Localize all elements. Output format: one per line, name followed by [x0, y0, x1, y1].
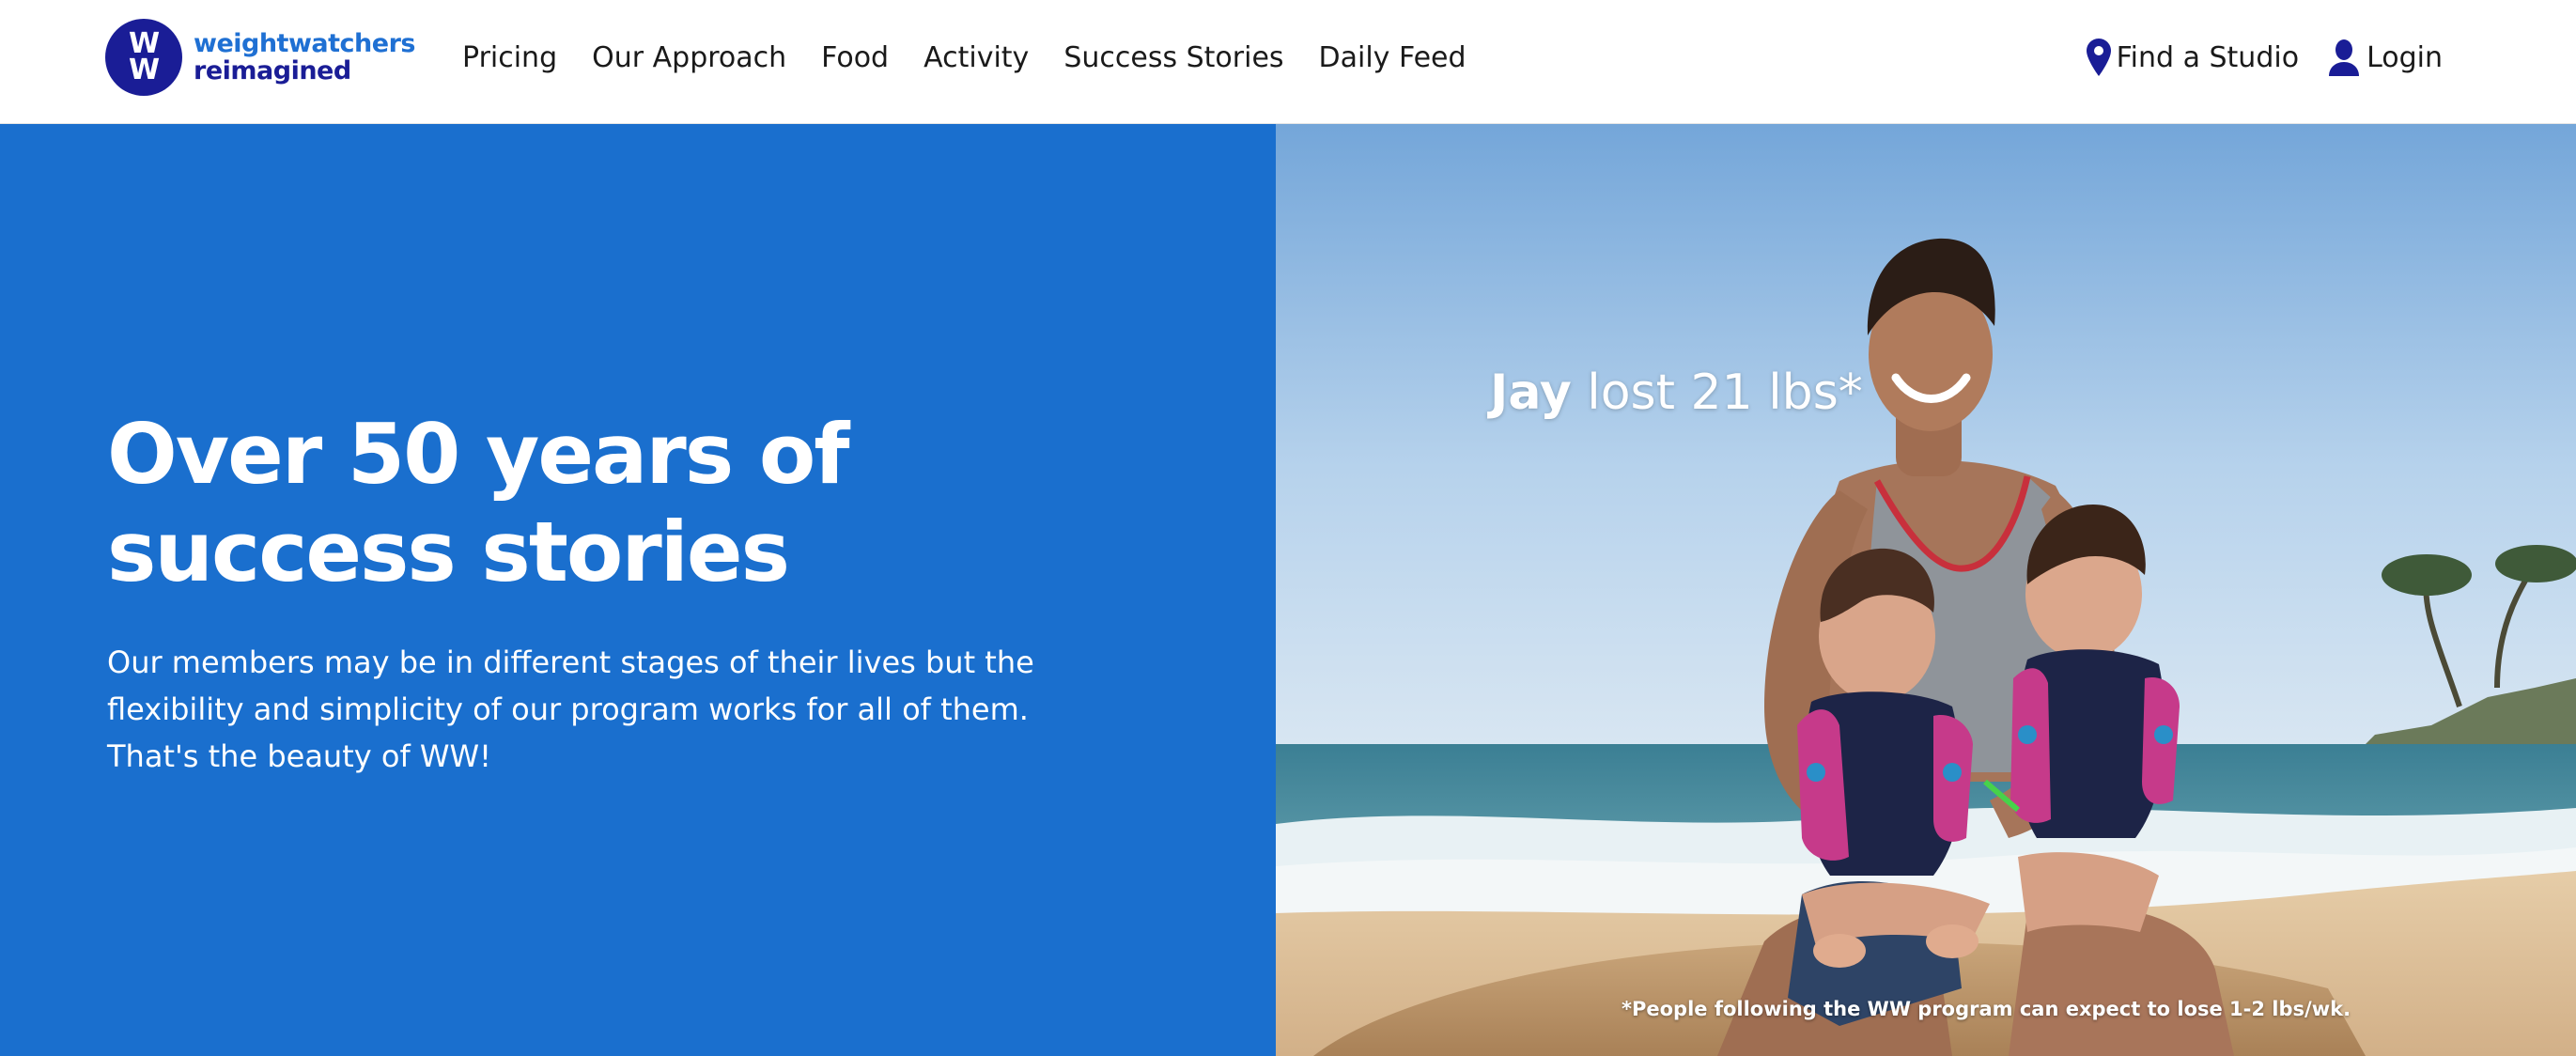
- member-name: Jay: [1490, 365, 1572, 421]
- ww-logo-mark: W W: [105, 19, 182, 96]
- map-pin-icon: [2086, 39, 2111, 76]
- nav-item-pricing[interactable]: Pricing: [462, 41, 557, 74]
- login-label: Login: [2367, 40, 2443, 74]
- member-caption: Jay lost 21 lbs*: [1490, 365, 1863, 421]
- hero-title-line-2: success stories: [107, 504, 790, 600]
- hero-text-panel: Over 50 years of success stories Our mem…: [0, 124, 1276, 1056]
- ww-logo-wordmark: weightwatchers reimagined: [194, 30, 415, 85]
- nav-item-daily-feed[interactable]: Daily Feed: [1319, 41, 1466, 74]
- beach-family-photo: [1276, 124, 2576, 1056]
- main-nav: Pricing Our Approach Food Activity Succe…: [462, 0, 1501, 115]
- nav-item-our-approach[interactable]: Our Approach: [592, 41, 786, 74]
- weight-loss-disclaimer: *People following the WW program can exp…: [1622, 998, 2351, 1020]
- nav-item-activity[interactable]: Activity: [923, 41, 1029, 74]
- logo-line-weightwatchers: weightwatchers: [194, 29, 415, 58]
- login-link[interactable]: Login: [2327, 39, 2443, 76]
- hero-description-line-2: flexibility and simplicity of our progra…: [107, 691, 1029, 727]
- hero-description-line-3: That's the beauty of WW!: [107, 738, 491, 774]
- hero-description-line-1: Our members may be in different stages o…: [107, 644, 1034, 680]
- find-a-studio-label: Find a Studio: [2116, 40, 2300, 74]
- member-result: lost 21 lbs*: [1571, 365, 1863, 421]
- logo-line-reimagined: reimagined: [194, 56, 351, 85]
- hero-description: Our members may be in different stages o…: [107, 639, 1103, 780]
- nav-item-food[interactable]: Food: [821, 41, 889, 74]
- nav-item-success-stories[interactable]: Success Stories: [1063, 41, 1283, 74]
- hero-photo: Jay lost 21 lbs* *People following the W…: [1276, 124, 2576, 1056]
- hero-title-line-1: Over 50 years of: [107, 406, 850, 503]
- site-header: W W weightwatchers reimagined Pricing Ou…: [0, 0, 2576, 124]
- user-icon: [2329, 39, 2360, 76]
- ww-logo[interactable]: W W weightwatchers reimagined: [105, 19, 415, 96]
- find-a-studio-link[interactable]: Find a Studio: [2086, 39, 2300, 76]
- hero-title: Over 50 years of success stories: [107, 406, 1141, 601]
- utility-nav: Find a Studio Login: [2086, 0, 2443, 115]
